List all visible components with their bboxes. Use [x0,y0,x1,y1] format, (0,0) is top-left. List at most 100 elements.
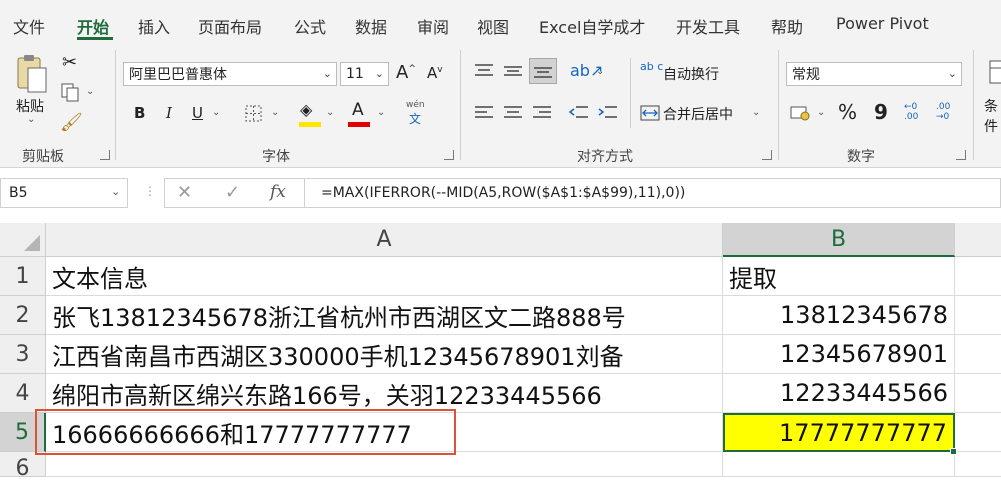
formula-input[interactable]: =MAX(IFERROR(--MID(A5,ROW($A$1:$A$99),11… [304,178,1001,208]
borders-icon[interactable] [244,104,264,124]
copy-dropdown-icon[interactable]: ⌄ [86,86,94,97]
cut-icon[interactable]: ✂ [62,52,77,73]
align-right-icon[interactable] [531,104,553,122]
paste-button[interactable]: 粘贴 [16,96,44,116]
percent-button[interactable]: % [838,100,857,124]
tab-file[interactable]: 文件 [13,14,45,38]
increase-indent-icon[interactable] [597,104,619,122]
insert-function-icon[interactable]: fx [270,182,286,202]
group-divider [778,50,779,160]
comma-style-button[interactable]: 9 [874,100,888,124]
row-header[interactable]: 2 [0,296,46,335]
select-all-corner[interactable] [0,223,46,257]
decrease-decimal-icon[interactable]: .00 →0 [936,102,964,122]
tab-data[interactable]: 数据 [355,14,387,38]
italic-button[interactable]: I [166,104,172,122]
font-color-dropdown-icon[interactable]: ⌄ [377,107,385,118]
paste-icon[interactable] [12,54,52,98]
conditional-format-icon[interactable] [989,58,1001,88]
decrease-indent-icon[interactable] [568,104,590,122]
clipboard-launcher-icon[interactable] [100,150,110,160]
fill-color-dropdown-icon[interactable]: ⌄ [326,107,334,118]
font-launcher-icon[interactable] [444,150,454,160]
copy-icon[interactable] [60,82,80,102]
font-size-select[interactable]: 11 ⌄ [340,62,389,86]
font-color-icon[interactable]: A [352,100,364,120]
row-header[interactable]: 1 [0,257,46,296]
row-header[interactable]: 3 [0,335,46,374]
cell-b3[interactable]: 12345678901 [723,335,955,374]
cell-a2[interactable]: 张飞13812345678浙江省杭州市西湖区文二路888号 [46,296,723,335]
accounting-dropdown-icon[interactable]: ⌄ [817,107,825,118]
align-middle-icon[interactable] [502,62,524,80]
alignment-group-label: 对齐方式 [577,149,633,165]
group-divider [973,50,974,160]
accounting-format-icon[interactable] [790,104,812,122]
bold-button[interactable]: B [134,104,145,122]
enter-icon[interactable]: ✓ [225,182,240,203]
orientation-dropdown-icon[interactable]: ⌄ [596,66,604,77]
align-bottom-icon[interactable] [529,58,557,84]
align-top-icon[interactable] [473,62,495,80]
merge-center-button[interactable]: 合并后居中 [663,104,733,124]
number-launcher-icon[interactable] [956,150,966,160]
cell-a6[interactable] [46,452,723,477]
column-header-b[interactable]: B [723,223,955,257]
cell-c2[interactable] [955,296,1001,335]
name-box[interactable]: B5 ⌄ [0,178,128,208]
cell-c1[interactable] [955,257,1001,296]
column-header-a[interactable]: A [46,223,723,257]
decrease-font-icon[interactable]: Av [427,64,443,82]
underline-dropdown-icon[interactable]: ⌄ [212,107,220,118]
row-header[interactable]: 4 [0,374,46,413]
cell-a3[interactable]: 江西省南昌市西湖区330000手机12345678901刘备 [46,335,723,374]
merge-dropdown-icon[interactable]: ⌄ [752,107,760,118]
tab-view[interactable]: 视图 [477,14,509,38]
tab-power-pivot[interactable]: Power Pivot [836,14,929,33]
tab-review[interactable]: 审阅 [417,14,449,38]
fill-color-swatch [299,122,321,127]
increase-font-icon[interactable]: A^ [396,62,416,83]
chevron-down-icon: ⌄ [322,67,332,80]
increase-decimal-icon[interactable]: ←0 .00 [904,102,932,122]
cell-a1[interactable]: 文本信息 [46,257,723,296]
chevron-down-icon: ⌄ [374,67,384,80]
number-format-select[interactable]: 常规 ⌄ [786,62,962,86]
column-header-c[interactable] [955,223,1001,257]
underline-button[interactable]: U [192,104,203,122]
cell-c3[interactable] [955,335,1001,374]
borders-dropdown-icon[interactable]: ⌄ [271,107,279,118]
tab-developer[interactable]: 开发工具 [676,14,740,38]
align-center-icon[interactable] [502,104,524,122]
align-left-icon[interactable] [473,104,495,122]
cell-c4[interactable] [955,374,1001,413]
format-painter-icon[interactable]: 🖌 [60,112,83,133]
cell-c5[interactable] [955,413,1001,452]
phonetic-guide-icon[interactable]: wén 文 [406,100,425,127]
cell-a4[interactable]: 绵阳市高新区绵兴东路166号，关羽12233445566 [46,374,723,413]
cell-b2[interactable]: 13812345678 [723,296,955,335]
tab-insert[interactable]: 插入 [138,14,170,38]
font-name-select[interactable]: 阿里巴巴普惠体 ⌄ [123,62,337,86]
alignment-launcher-icon[interactable] [762,150,772,160]
tab-excel-self-study[interactable]: Excel自学成才 [539,14,645,38]
clipboard-group-label: 剪贴板 [22,149,64,165]
cell-b5[interactable]: 17777777777 [723,413,955,452]
conditional-format-button[interactable]: 条件 [984,96,1001,136]
fill-handle[interactable] [950,448,957,455]
cell-b6[interactable] [723,452,955,477]
tab-formulas[interactable]: 公式 [294,14,326,38]
chevron-down-icon: ⌄ [111,185,121,198]
wrap-text-button[interactable]: 自动换行 [663,64,719,84]
cancel-icon[interactable]: ✕ [177,182,192,203]
tab-page-layout[interactable]: 页面布局 [198,14,262,38]
row-header[interactable]: 6 [0,452,46,481]
cell-b1[interactable]: 提取 [723,257,955,296]
cell-b4[interactable]: 12233445566 [723,374,955,413]
tab-help[interactable]: 帮助 [771,14,803,38]
paste-dropdown-icon[interactable]: ⌄ [27,114,35,125]
fill-color-icon[interactable]: ◈ [300,100,312,119]
more-options-icon[interactable]: ⋮ [144,184,156,198]
cell-c6[interactable] [955,452,1001,477]
tab-home[interactable]: 开始 [77,14,109,38]
